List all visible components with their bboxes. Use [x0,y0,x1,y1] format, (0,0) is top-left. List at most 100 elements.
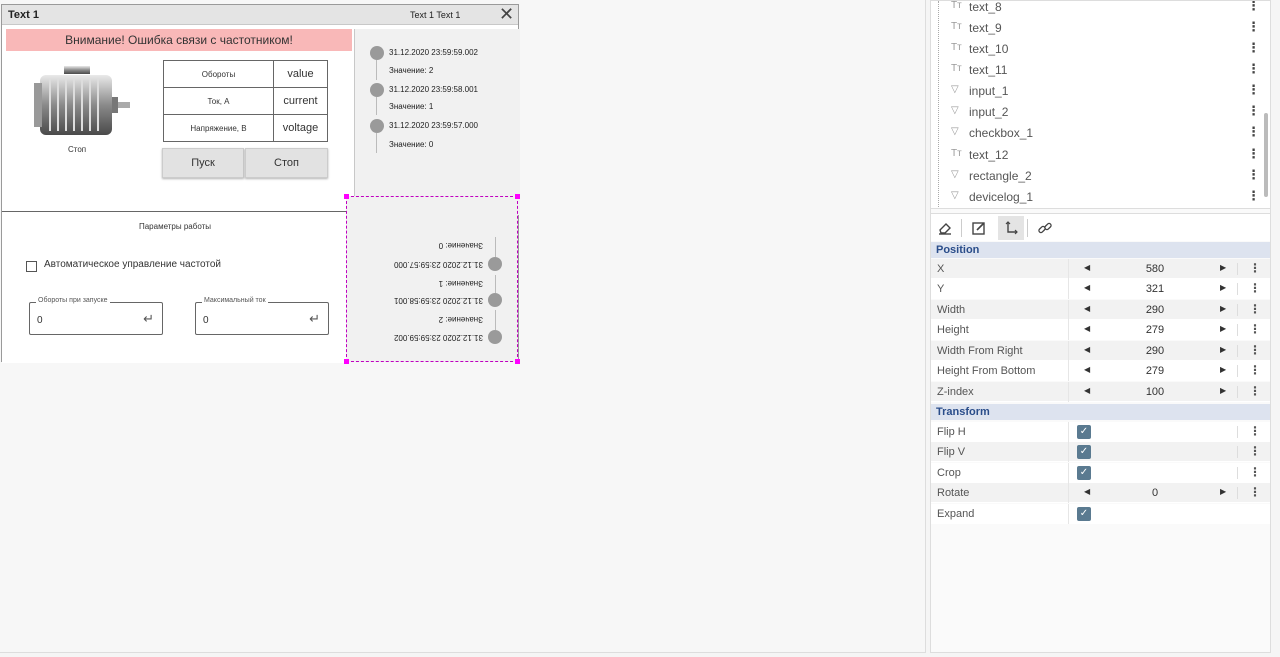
resize-handle[interactable] [344,359,349,364]
log-entry: 31.12.2020 23:59:59.002 Значение: 2 [351,310,517,349]
decrement-icon[interactable]: ◀ [1084,263,1090,272]
decrement-icon[interactable]: ◀ [1084,345,1090,354]
decrement-icon[interactable]: ◀ [1084,365,1090,374]
param-name: Ток, А [163,87,274,115]
more-icon[interactable]: ⋮ [1249,424,1261,438]
more-icon[interactable]: ⋮ [1249,363,1261,377]
prop-row-height-from-bottom: Height From Bottom ◀ 279 ▶ ⋮ [931,361,1270,381]
tree-item[interactable]: ▽ devicelog_1 ⋮ [951,187,1260,208]
link-icon[interactable] [1032,216,1058,240]
prop-value[interactable]: 279 [1094,324,1216,336]
more-icon[interactable]: ⋮ [1247,103,1260,119]
increment-icon[interactable]: ▶ [1220,345,1226,354]
more-icon[interactable]: ⋮ [1249,281,1261,295]
tree-item[interactable]: ▽ checkbox_1 ⋮ [951,123,1260,144]
increment-icon[interactable]: ▶ [1220,304,1226,313]
more-icon[interactable]: ⋮ [1247,19,1260,35]
more-icon[interactable]: ⋮ [1247,188,1260,204]
auto-freq-checkbox[interactable] [26,261,37,272]
prop-key: X [937,263,945,275]
flip-v-checkbox[interactable]: ✓ [1077,445,1091,459]
enter-icon[interactable]: ↵ [143,311,154,327]
col-divider [1068,483,1069,503]
decrement-icon[interactable]: ◀ [1084,386,1090,395]
prop-value[interactable]: 290 [1094,304,1216,316]
col-divider [1068,341,1069,361]
col-divider [1068,382,1069,402]
tree-item[interactable]: Tт text_12 ⋮ [951,145,1260,166]
more-icon[interactable]: ⋮ [1249,261,1261,275]
col-divider [1237,487,1238,499]
flip-h-checkbox[interactable]: ✓ [1077,425,1091,439]
max-current-field[interactable]: Максимальный ток 0 ↵ [195,297,329,335]
resize-handle[interactable] [515,194,520,199]
move-icon[interactable] [998,216,1024,240]
resize-handle[interactable] [344,194,349,199]
more-icon[interactable]: ⋮ [1247,61,1260,77]
editor-canvas[interactable]: Text 1 Text 1 Text 1 ✕ Внимание! Ошибка … [0,0,926,653]
stop-button[interactable]: Стоп [245,148,328,178]
window-titlebar: Text 1 Text 1 Text 1 ✕ [2,4,518,25]
resize-handle[interactable] [515,359,520,364]
tree-item[interactable]: ▽ input_1 ⋮ [951,81,1260,102]
crop-checkbox[interactable]: ✓ [1077,466,1091,480]
more-icon[interactable]: ⋮ [1247,146,1260,162]
selected-devicelog[interactable]: 31.12.2020 23:59:59.002 Значение: 2 31.1… [344,194,520,364]
toolbar-divider [961,219,962,237]
tree-item[interactable]: ▽ input_2 ⋮ [951,102,1260,123]
more-icon[interactable]: ⋮ [1249,322,1261,336]
more-icon[interactable]: ⋮ [1247,124,1260,140]
prop-value[interactable]: 321 [1094,283,1216,295]
expand-checkbox[interactable]: ✓ [1077,507,1091,521]
tree-item[interactable]: Tт text_10 ⋮ [951,39,1260,60]
start-button[interactable]: Пуск [162,148,244,178]
prop-value[interactable]: 290 [1094,345,1216,357]
more-icon[interactable]: ⋮ [1249,302,1261,316]
more-icon[interactable]: ⋮ [1249,485,1261,499]
increment-icon[interactable]: ▶ [1220,283,1226,292]
startup-speed-field[interactable]: Обороты при запуске 0 ↵ [29,297,163,335]
prop-value[interactable]: 580 [1094,263,1216,275]
tree-item[interactable]: Tт text_9 ⋮ [951,18,1260,39]
tree-item-label: input_2 [969,105,1009,119]
tree-item[interactable]: Tт text_11 ⋮ [951,60,1260,81]
increment-icon[interactable]: ▶ [1220,263,1226,272]
edit-icon[interactable] [966,216,992,240]
more-icon[interactable]: ⋮ [1249,384,1261,398]
tree-item[interactable]: Tт text_8 ⋮ [951,1,1260,18]
log-connector [495,275,496,293]
prop-value[interactable]: 100 [1094,386,1216,398]
more-icon[interactable]: ⋮ [1249,465,1261,479]
decrement-icon[interactable]: ◀ [1084,304,1090,313]
more-icon[interactable]: ⋮ [1247,167,1260,183]
prop-key: Expand [937,508,975,520]
log-time: 31.12.2020 23:59:58.001 [394,296,483,305]
more-icon[interactable]: ⋮ [1247,1,1260,14]
prop-row-flip-h: Flip H ✓ ⋮ [931,422,1270,442]
field-value: 0 [203,315,209,326]
decrement-icon[interactable]: ◀ [1084,487,1090,496]
decrement-icon[interactable]: ◀ [1084,283,1090,292]
more-icon[interactable]: ⋮ [1247,82,1260,98]
increment-icon[interactable]: ▶ [1220,365,1226,374]
more-icon[interactable]: ⋮ [1249,444,1261,458]
tree-item-label: rectangle_2 [969,169,1032,183]
eraser-icon[interactable] [932,216,958,240]
decrement-icon[interactable]: ◀ [1084,324,1090,333]
tree-scrollbar[interactable] [1264,113,1268,197]
tree-item[interactable]: ▽ rectangle_2 ⋮ [951,166,1260,187]
prop-value[interactable]: 0 [1094,487,1216,499]
col-divider [1237,283,1238,295]
increment-icon[interactable]: ▶ [1220,487,1226,496]
more-icon[interactable]: ⋮ [1249,343,1261,357]
more-icon[interactable]: ⋮ [1247,40,1260,56]
prop-value[interactable]: 279 [1094,365,1216,377]
prop-key: Y [937,283,945,295]
increment-icon[interactable]: ▶ [1220,324,1226,333]
log-time: 31.12.2020 23:59:57.000 [394,260,483,269]
log-dot-icon [488,293,502,307]
col-divider [1068,361,1069,381]
increment-icon[interactable]: ▶ [1220,386,1226,395]
enter-icon[interactable]: ↵ [309,311,320,327]
close-icon[interactable]: ✕ [499,4,514,25]
